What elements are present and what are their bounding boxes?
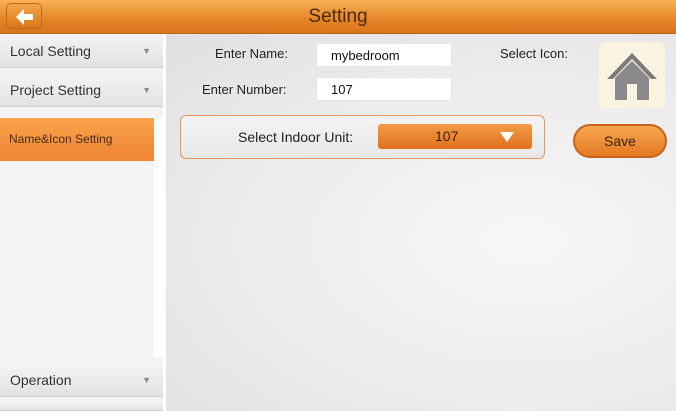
chevron-down-icon <box>500 132 514 142</box>
page-title: Setting <box>308 6 368 27</box>
title-bar: Setting <box>0 0 676 34</box>
sidebar: Local Setting ▼ Project Setting ▼ Name&I… <box>0 34 166 411</box>
sidebar-item-partial <box>0 402 163 411</box>
sidebar-item-label: Local Setting <box>10 43 91 59</box>
indoor-unit-panel: Select Indoor Unit: 107 <box>180 115 545 159</box>
number-label: Enter Number: <box>202 82 287 97</box>
indoor-unit-select[interactable]: 107 <box>378 124 532 149</box>
name-label: Enter Name: <box>215 46 288 61</box>
icon-selector[interactable] <box>599 42 665 108</box>
indoor-unit-value: 107 <box>435 128 459 144</box>
chevron-down-icon: ▼ <box>142 46 151 56</box>
house-icon <box>607 53 657 100</box>
sidebar-item-label: Operation <box>10 372 72 388</box>
sidebar-item-label: Project Setting <box>10 82 102 98</box>
main-panel: Enter Name: mybedroom Enter Number: 107 … <box>166 34 676 411</box>
number-field[interactable]: 107 <box>316 77 452 101</box>
chevron-down-icon: ▼ <box>142 85 151 95</box>
sidebar-scrollbar[interactable] <box>154 118 163 358</box>
sidebar-item-local-setting[interactable]: Local Setting ▼ <box>0 34 163 68</box>
indoor-unit-label: Select Indoor Unit: <box>238 129 354 145</box>
chevron-down-icon: ▼ <box>142 375 151 385</box>
save-button[interactable]: Save <box>573 124 667 158</box>
name-field[interactable]: mybedroom <box>316 43 452 67</box>
sidebar-subitem-name-icon-setting[interactable]: Name&Icon Setting <box>0 118 154 161</box>
icon-label: Select Icon: <box>500 46 568 61</box>
sidebar-item-operation[interactable]: Operation ▼ <box>0 363 163 397</box>
sidebar-item-project-setting[interactable]: Project Setting ▼ <box>0 73 163 107</box>
